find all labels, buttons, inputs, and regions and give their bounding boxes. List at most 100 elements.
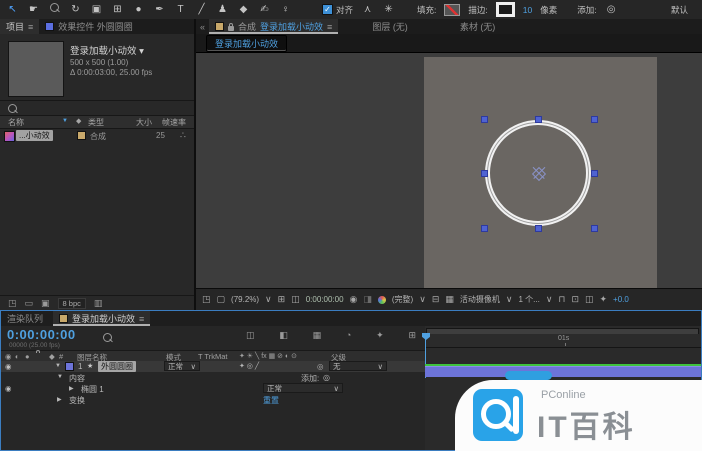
- tab-project[interactable]: 项目 ≡: [0, 19, 39, 34]
- brush-tool-icon[interactable]: ╱: [195, 0, 208, 19]
- resolution-dropdown-icon[interactable]: ∨: [419, 294, 426, 305]
- tab-footage[interactable]: 素材 (无): [454, 19, 502, 34]
- blend-mode-dropdown[interactable]: 正常 ∨: [164, 361, 200, 371]
- project-comp-name[interactable]: 登录加载小动效 ▾: [70, 43, 144, 57]
- label-column-icon[interactable]: ◆: [49, 352, 55, 361]
- selection-handle-mid-left[interactable]: [481, 170, 488, 177]
- item-label-chip[interactable]: [77, 131, 86, 140]
- snap-checkbox[interactable]: ✓: [322, 4, 333, 15]
- workspace-selector[interactable]: 默认: [671, 4, 688, 16]
- project-search-row[interactable]: [0, 100, 194, 116]
- ellipse-group-row[interactable]: ◉ ▶ 椭圆 1 正常 ∨: [1, 383, 425, 394]
- column-type[interactable]: 类型: [88, 117, 104, 128]
- current-time-display[interactable]: 0:00:00:00: [7, 327, 76, 342]
- expand-arrow-icon[interactable]: ▼: [57, 374, 63, 380]
- zoom-level[interactable]: (79.2%): [231, 295, 259, 304]
- collapsed-arrow-icon[interactable]: ▶: [69, 385, 74, 392]
- interpret-footage-icon[interactable]: ◳: [8, 298, 17, 309]
- camera-tool-icon[interactable]: ▣: [90, 0, 103, 19]
- eye-icon[interactable]: ◉: [5, 384, 12, 393]
- comp-mini-flowchart-icon[interactable]: ◫: [246, 330, 255, 341]
- show-snapshot-icon[interactable]: ◨: [363, 294, 372, 305]
- mini-flowchart-icon[interactable]: ✦: [600, 294, 608, 305]
- tab-render-queue[interactable]: 渲染队列: [1, 311, 49, 326]
- fill-swatch-none[interactable]: [444, 4, 460, 16]
- tab-layer[interactable]: 图层 (无): [366, 19, 414, 34]
- transform-group-row[interactable]: ▶ 变换 重置: [1, 394, 425, 405]
- shape-tool-icon[interactable]: ●: [132, 0, 145, 19]
- column-name[interactable]: 名称: [8, 117, 24, 128]
- tab-effect-controls[interactable]: 效果控件 外圆圆圈: [39, 19, 139, 34]
- graph-editor-icon[interactable]: ⊞: [408, 330, 416, 341]
- label-column-icon[interactable]: ◆: [76, 117, 81, 125]
- project-bit-depth[interactable]: 8 bpc: [58, 298, 86, 309]
- index-column-icon[interactable]: #: [59, 352, 63, 361]
- sort-down-icon[interactable]: ▼: [62, 118, 68, 124]
- resolution-selector[interactable]: (完整): [392, 294, 413, 305]
- comp-thumbnail[interactable]: [8, 41, 64, 97]
- guides-icon[interactable]: ▦: [445, 294, 454, 305]
- layer-switches[interactable]: ✦ ◎ ╱: [239, 362, 259, 370]
- roto-brush-tool-icon[interactable]: ✍: [258, 0, 271, 19]
- lock-icon[interactable]: [228, 26, 234, 31]
- viewer-timecode[interactable]: 0:00:00:00: [306, 295, 344, 304]
- rotate-tool-icon[interactable]: ↻: [69, 0, 82, 19]
- stroke-label[interactable]: 描边:: [468, 4, 487, 16]
- timeline-search-icon[interactable]: [103, 333, 112, 342]
- fast-preview-icon[interactable]: ◫: [585, 294, 594, 305]
- new-folder-icon[interactable]: ▭: [25, 298, 34, 309]
- column-size[interactable]: 大小: [136, 117, 152, 128]
- chevron-left-icon[interactable]: «: [196, 19, 209, 34]
- snap-option-b-icon[interactable]: ✳: [382, 0, 395, 19]
- parent-pickwhip-icon[interactable]: ◎: [317, 362, 324, 371]
- region-of-interest-icon[interactable]: ⊟: [432, 294, 440, 305]
- panel-menu-icon[interactable]: ≡: [28, 22, 33, 32]
- eye-icon[interactable]: ◉: [5, 362, 12, 371]
- preview-quality-icon[interactable]: ◳: [202, 294, 211, 305]
- snapshot-icon[interactable]: ◉: [350, 294, 358, 305]
- add-property-icon[interactable]: ◎: [323, 373, 330, 382]
- show-channels-icon[interactable]: [378, 296, 386, 304]
- comp-canvas[interactable]: [424, 57, 657, 288]
- parent-dropdown[interactable]: 无 ∨: [329, 361, 387, 371]
- views-dropdown-icon[interactable]: ∨: [546, 294, 553, 305]
- selection-handle-top-right[interactable]: [591, 116, 598, 123]
- screen-icon[interactable]: ▢: [217, 294, 226, 305]
- panel-menu-icon[interactable]: ≡: [327, 22, 332, 32]
- zoom-dropdown-icon[interactable]: ∨: [265, 294, 272, 305]
- fill-label[interactable]: 填充:: [417, 4, 436, 16]
- column-trkmat[interactable]: T TrkMat: [198, 352, 227, 361]
- add-shape-icon[interactable]: ◎: [605, 0, 618, 19]
- transform-reset-link[interactable]: 重置: [263, 395, 279, 406]
- tab-timeline-comp[interactable]: 登录加载小动效 ≡: [53, 311, 150, 326]
- layer-duration-bar[interactable]: [425, 366, 701, 377]
- selection-handle-top-left[interactable]: [481, 116, 488, 123]
- selection-tool-icon[interactable]: ↖: [6, 0, 19, 19]
- exposure-value[interactable]: +0.0: [613, 295, 629, 304]
- audio-column-icon[interactable]: ◐: [15, 352, 20, 361]
- anchor-point[interactable]: [532, 167, 546, 181]
- stroke-width-value[interactable]: 10: [523, 5, 532, 15]
- pen-tool-icon[interactable]: ✒: [153, 0, 166, 19]
- active-camera-selector[interactable]: 活动摄像机: [460, 294, 500, 305]
- transform-group-label[interactable]: 变换: [69, 395, 85, 406]
- solo-column-icon[interactable]: ●: [25, 352, 30, 361]
- grid-options-icon[interactable]: ⊞: [278, 294, 286, 305]
- hand-tool-icon[interactable]: ☛: [27, 0, 40, 19]
- stroke-swatch[interactable]: [496, 2, 515, 17]
- view-count-selector[interactable]: 1 个...: [518, 294, 539, 305]
- contents-group-row[interactable]: ▼ 内容 添加: ◎: [1, 372, 425, 383]
- pixel-aspect-icon[interactable]: ⊡: [571, 294, 579, 305]
- layer-name-field[interactable]: 外圆圆圈: [98, 361, 136, 372]
- selection-handle-bottom-left[interactable]: [481, 225, 488, 232]
- camera-dropdown-icon[interactable]: ∨: [506, 294, 513, 305]
- motion-blur-icon[interactable]: ✦: [376, 330, 384, 341]
- share-view-icon[interactable]: ⊓: [558, 294, 565, 305]
- selection-handle-mid-right[interactable]: [591, 170, 598, 177]
- frame-blending-icon[interactable]: ◔: [346, 330, 351, 341]
- zoom-tool-icon[interactable]: [48, 0, 61, 19]
- expand-arrow-icon[interactable]: ▼: [55, 363, 61, 369]
- eraser-tool-icon[interactable]: ◆: [237, 0, 250, 19]
- time-ruler[interactable]: 01s: [425, 334, 701, 348]
- trash-icon[interactable]: ▥: [94, 298, 103, 309]
